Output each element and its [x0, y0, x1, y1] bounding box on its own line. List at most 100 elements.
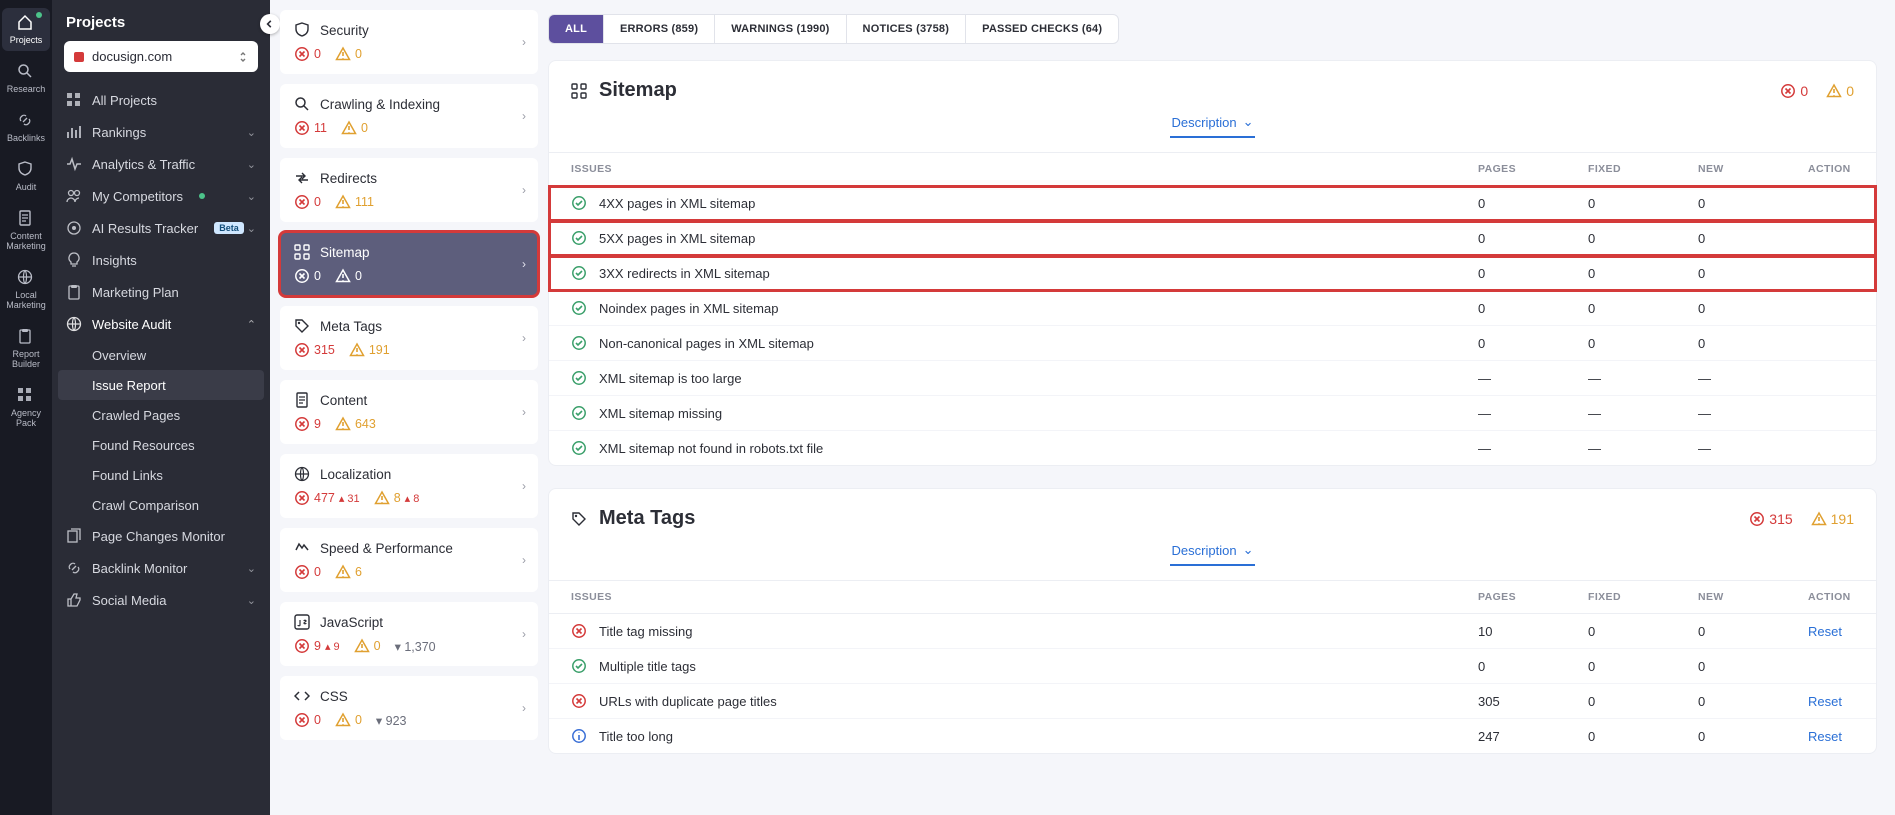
nav-sub-crawled-pages[interactable]: Crawled Pages	[52, 400, 270, 430]
warning-count: 6	[335, 564, 362, 580]
issue-row[interactable]: XML sitemap missing———	[549, 396, 1876, 431]
nav-insights[interactable]: Insights	[52, 244, 270, 276]
reset-action[interactable]: Reset	[1808, 694, 1842, 709]
new-value: —	[1676, 361, 1786, 396]
description-toggle[interactable]: Description⌄	[1170, 108, 1256, 138]
rail-agency-pack[interactable]: Agency Pack	[2, 381, 50, 434]
issue-row[interactable]: 4XX pages in XML sitemap000	[549, 186, 1876, 221]
issue-row[interactable]: XML sitemap not found in robots.txt file…	[549, 431, 1876, 466]
col-fixed: FIXED	[1566, 581, 1676, 614]
category-name: JavaScript	[320, 615, 383, 630]
category-security[interactable]: Security› 0 0	[280, 10, 538, 74]
issue-row[interactable]: Title tag missing1000Reset	[549, 614, 1876, 649]
chevron-right-icon: ›	[522, 183, 526, 197]
ai-icon	[66, 220, 82, 236]
category-name: Sitemap	[320, 245, 370, 260]
chevron-down-icon: ⌄	[247, 126, 256, 139]
fixed-value: 0	[1566, 256, 1676, 291]
tab-passed[interactable]: PASSED CHECKS (64)	[966, 15, 1118, 43]
rail-research[interactable]: Research	[2, 57, 50, 100]
nav-label: Website Audit	[92, 317, 171, 332]
nav-sub-issue-report[interactable]: Issue Report	[58, 370, 264, 400]
error-count: 0	[294, 268, 321, 284]
description-toggle[interactable]: Description⌄	[1170, 536, 1256, 566]
issue-row[interactable]: 5XX pages in XML sitemap000	[549, 221, 1876, 256]
warn-icon	[1811, 511, 1827, 527]
error-count: 0	[294, 712, 321, 728]
issue-row[interactable]: Title too long24700Reset	[549, 719, 1876, 754]
category-sitemap[interactable]: Sitemap› 0 0	[280, 232, 538, 296]
category-crawling-indexing[interactable]: Crawling & Indexing› 11 0	[280, 84, 538, 148]
reset-action[interactable]: Reset	[1808, 624, 1842, 639]
err-icon	[294, 564, 310, 580]
category-meta-tags[interactable]: Meta Tags› 315 191	[280, 306, 538, 370]
err-icon	[294, 490, 310, 506]
nav-analytics-traffic[interactable]: Analytics & Traffic⌄	[52, 148, 270, 180]
issue-row[interactable]: 3XX redirects in XML sitemap000	[549, 256, 1876, 291]
nav-ai-results-tracker[interactable]: AI Results TrackerBeta⌄	[52, 212, 270, 244]
tab-notices[interactable]: NOTICES (3758)	[847, 15, 967, 43]
reset-action[interactable]: Reset	[1808, 729, 1842, 744]
rail-local-marketing[interactable]: Local Marketing	[2, 263, 50, 316]
issue-row[interactable]: Noindex pages in XML sitemap000	[549, 291, 1876, 326]
nav-my-competitors[interactable]: My Competitors⌄	[52, 180, 270, 212]
nav-marketing-plan[interactable]: Marketing Plan	[52, 276, 270, 308]
pages-value: —	[1456, 396, 1566, 431]
rail-projects[interactable]: Projects	[2, 8, 50, 51]
warning-count: 191	[349, 342, 390, 358]
rail-content-marketing[interactable]: Content Marketing	[2, 204, 50, 257]
chevron-right-icon: ›	[522, 627, 526, 641]
issue-row[interactable]: URLs with duplicate page titles30500Rese…	[549, 684, 1876, 719]
pages-value: 0	[1456, 291, 1566, 326]
category-css[interactable]: CSS› 0 0▾ 923	[280, 676, 538, 740]
rail-backlinks[interactable]: Backlinks	[2, 106, 50, 149]
warning-count: 8 ▴ 8	[374, 490, 420, 506]
issue-row[interactable]: XML sitemap is too large———	[549, 361, 1876, 396]
nav-rankings[interactable]: Rankings⌄	[52, 116, 270, 148]
collapse-sidebar-button[interactable]	[260, 14, 280, 34]
col-new: NEW	[1676, 153, 1786, 186]
tag-icon	[294, 318, 310, 334]
warning-count: 111	[335, 194, 374, 210]
issue-row[interactable]: Non-canonical pages in XML sitemap000	[549, 326, 1876, 361]
issue-name: 4XX pages in XML sitemap	[599, 196, 755, 211]
category-redirects[interactable]: Redirects› 0 111	[280, 158, 538, 222]
nav-page-changes-monitor[interactable]: Page Changes Monitor	[52, 520, 270, 552]
nav-sub-crawl-comparison[interactable]: Crawl Comparison	[52, 490, 270, 520]
category-javascript[interactable]: JavaScript› 9 ▴ 9 0▾ 1,370	[280, 602, 538, 666]
fixed-value: 0	[1566, 614, 1676, 649]
beta-badge: Beta	[214, 222, 244, 234]
warn-icon	[335, 712, 351, 728]
chevron-down-icon: ⌄	[247, 222, 256, 235]
chevron-right-icon: ›	[522, 479, 526, 493]
nav-backlink-monitor[interactable]: Backlink Monitor⌄	[52, 552, 270, 584]
tab-warnings[interactable]: WARNINGS (1990)	[715, 15, 846, 43]
project-selector[interactable]: docusign.com	[64, 41, 258, 72]
ok-icon	[571, 230, 587, 246]
nav-sub-overview[interactable]: Overview	[52, 340, 270, 370]
chevron-down-icon: ⌄	[247, 594, 256, 607]
chevron-down-icon: ⌄	[247, 158, 256, 171]
category-localization[interactable]: Localization› 477 ▴ 31 8 ▴ 8	[280, 454, 538, 518]
nav-all-projects[interactable]: All Projects	[52, 84, 270, 116]
nav-sub-found-resources[interactable]: Found Resources	[52, 430, 270, 460]
tab-all[interactable]: ALL	[549, 15, 604, 43]
issues-table: ISSUESPAGESFIXEDNEWACTION4XX pages in XM…	[549, 152, 1876, 465]
rail-report-builder[interactable]: Report Builder	[2, 322, 50, 375]
nav-social-media[interactable]: Social Media ⌄	[52, 584, 270, 616]
nav-sub-found-links[interactable]: Found Links	[52, 460, 270, 490]
category-speed-performance[interactable]: Speed & Performance› 0 6	[280, 528, 538, 592]
nav-website-audit[interactable]: Website Audit⌃	[52, 308, 270, 340]
rail-label: Projects	[10, 35, 43, 45]
notice-delta: ▾ 1,370	[395, 639, 436, 654]
rail-audit[interactable]: Audit	[2, 155, 50, 198]
nav-label: Social Media	[92, 593, 166, 608]
panel-warning-count: 0	[1826, 83, 1854, 99]
grid-icon	[17, 387, 33, 403]
tab-errors[interactable]: ERRORS (859)	[604, 15, 715, 43]
warning-count: 0	[341, 120, 368, 136]
issue-row[interactable]: Multiple title tags000	[549, 649, 1876, 684]
doc-icon	[17, 210, 33, 226]
category-content[interactable]: Content› 9 643	[280, 380, 538, 444]
warn-icon	[335, 416, 351, 432]
